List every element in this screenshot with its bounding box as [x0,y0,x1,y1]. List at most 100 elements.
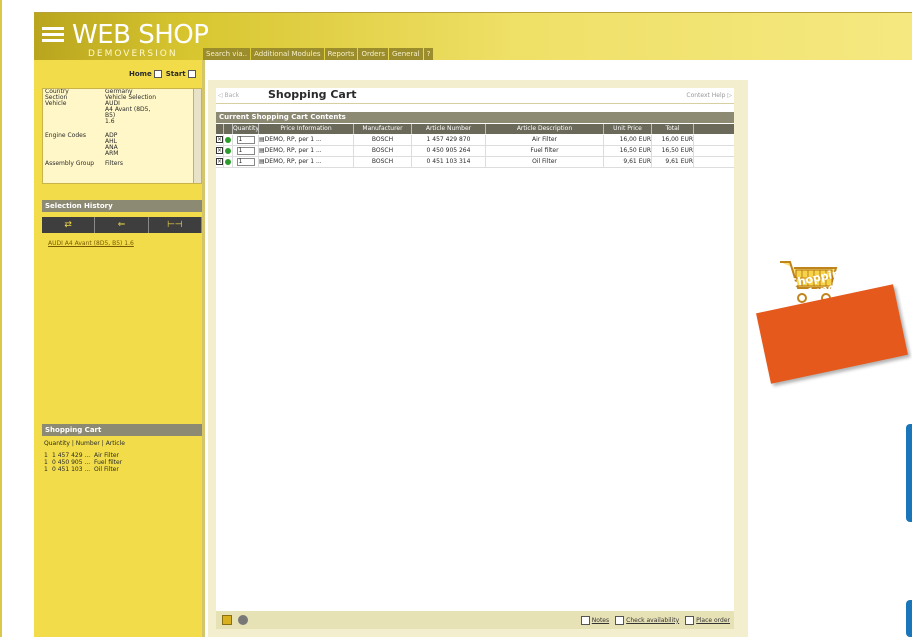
menu-item-reports[interactable]: Reports [324,48,358,60]
col-unit-price: Unit Price [604,124,652,134]
total-cell: 16,50 EUR [652,146,694,156]
notes-icon [580,615,590,625]
availability-dot-icon [225,148,231,154]
place-order-link[interactable]: Place order [685,615,730,625]
start-label: Start [165,70,186,78]
article-number-cell: 1 457 429 870 [412,135,486,145]
quantity-input[interactable]: 1 [236,147,255,155]
close-icon: × [216,136,223,143]
check-availability-label: Check availability [626,616,680,624]
total-cell: 9,61 EUR [652,157,694,167]
col-price-info: Price Information [259,124,354,134]
right-edge-tab-bottom [906,600,912,637]
quantity-input[interactable]: 1 [236,136,255,144]
sel-key [43,119,105,125]
cart-list-item[interactable]: 1 0 451 103 ... Oil Filter [44,466,122,473]
remove-checkbox[interactable]: × [216,135,224,145]
col-quantity: Quantity [233,124,259,134]
sel-value: Filters [105,160,123,167]
footer-links: Notes Check availability Place order [580,615,730,625]
table-row: × 1 ▤DEMO, RP, per 1 ... BOSCH 1 457 429… [216,135,734,146]
order-icon [685,615,695,625]
cart-qty: 1 [44,459,48,466]
sel-value: 1.6 [105,118,115,125]
home-start-row: Home Start [129,70,196,78]
menu-item-help[interactable]: ? [423,48,434,60]
price-info-cell[interactable]: ▤DEMO, RP, per 1 ... [259,135,354,145]
sel-key [43,151,105,157]
cart-num: 0 451 103 ... [52,466,91,473]
bottom-toolbar: Notes Check availability Place order [216,611,734,629]
total-cell: 16,00 EUR [652,135,694,145]
refresh-icon[interactable] [222,615,232,625]
title-divider [216,103,734,104]
availability-icon [615,615,625,625]
qty-cell: 1 [233,135,259,145]
back-label: Back [224,92,240,99]
col-description: Article Description [486,124,604,134]
col-article-number: Article Number [412,124,486,134]
history-back-button[interactable]: ⇐ [95,217,149,233]
table-body: × 1 ▤DEMO, RP, per 1 ... BOSCH 1 457 429… [216,135,734,168]
description-cell: Air Filter [486,135,604,145]
page-title: Shopping Cart [268,88,357,101]
sidebar: Home Start Country Germany Section Vehicle… [34,60,205,637]
table-row: × 1 ▤DEMO, RP, per 1 ... BOSCH 0 451 103… [216,157,734,168]
menu-item-orders[interactable]: Orders [358,48,388,60]
history-link[interactable]: AUDI A4 Avant (8D5, B5) 1.6 [48,240,134,247]
notes-link[interactable]: Notes [580,615,610,625]
print-icon[interactable] [238,615,248,625]
unit-price-cell: 16,00 EUR [604,135,652,145]
remove-checkbox[interactable]: × [216,157,224,167]
menu-item-modules[interactable]: Additional Modules [251,48,324,60]
notes-label: Notes [591,616,610,624]
cart-list-item[interactable]: 1 1 457 429 ... Air Filter [44,452,122,459]
col-total: Total [652,124,694,134]
cart-article: Oil Filter [94,466,119,473]
availability-dot-icon [225,159,231,165]
cart-list-item[interactable]: 1 0 450 905 ... Fuel filter [44,459,122,466]
status-cell [224,157,233,167]
right-edge-tab [906,424,912,522]
header-bar: WEB SHOP DEMOVERSION [34,12,912,60]
home-icon [153,70,162,78]
cart-columns: Quantity | Number | Article [44,440,125,447]
history-expand-button[interactable]: ⊢⊣ [149,217,202,233]
history-swap-button[interactable]: ⇄ [42,217,96,233]
sel-value: ARM [105,150,119,157]
start-button[interactable]: Start [166,70,196,78]
price-info: DEMO, RP, per 1 ... [264,136,322,143]
price-info-cell[interactable]: ▤DEMO, RP, per 1 ... [259,146,354,156]
col-select [216,124,224,134]
home-button[interactable]: Home [129,70,162,78]
cart-article: Fuel filter [94,459,123,466]
cart-qty: 1 [44,452,48,459]
col-status [224,124,233,134]
close-icon: × [216,158,223,165]
status-cell [224,146,233,156]
demo-subtitle: DEMOVERSION [88,49,178,59]
check-availability-link[interactable]: Check availability [615,615,680,625]
price-info-cell[interactable]: ▤DEMO, RP, per 1 ... [259,157,354,167]
cart-num: 1 457 429 ... [52,452,91,459]
unit-price-cell: 9,61 EUR [604,157,652,167]
main-menu: Search via.. Additional Modules Reports … [203,48,434,60]
back-button[interactable]: ◁ Back [218,92,239,99]
context-help-button[interactable]: Context Help ▷ [686,92,732,99]
promo-callout: Shopping cart function! [756,244,910,394]
close-icon: × [216,147,223,154]
table-header: Quantity Price Information Manufacturer … [216,124,734,134]
quantity-input[interactable]: 1 [236,158,255,166]
cart-article: Air Filter [94,452,120,459]
description-cell: Fuel filter [486,146,604,156]
menu-item-general[interactable]: General [388,48,423,60]
manufacturer-cell: BOSCH [354,157,412,167]
manufacturer-cell: BOSCH [354,135,412,145]
menu-item-search[interactable]: Search via.. [203,48,251,60]
logo-bars-icon [42,27,64,45]
main-content: ◁ Back Shopping Cart Context Help ▷ Curr… [216,88,734,611]
selection-scrollbar[interactable] [193,89,201,183]
logo-text: WEB SHOP [72,20,209,50]
qty-cell: 1 [233,157,259,167]
remove-checkbox[interactable]: × [216,146,224,156]
